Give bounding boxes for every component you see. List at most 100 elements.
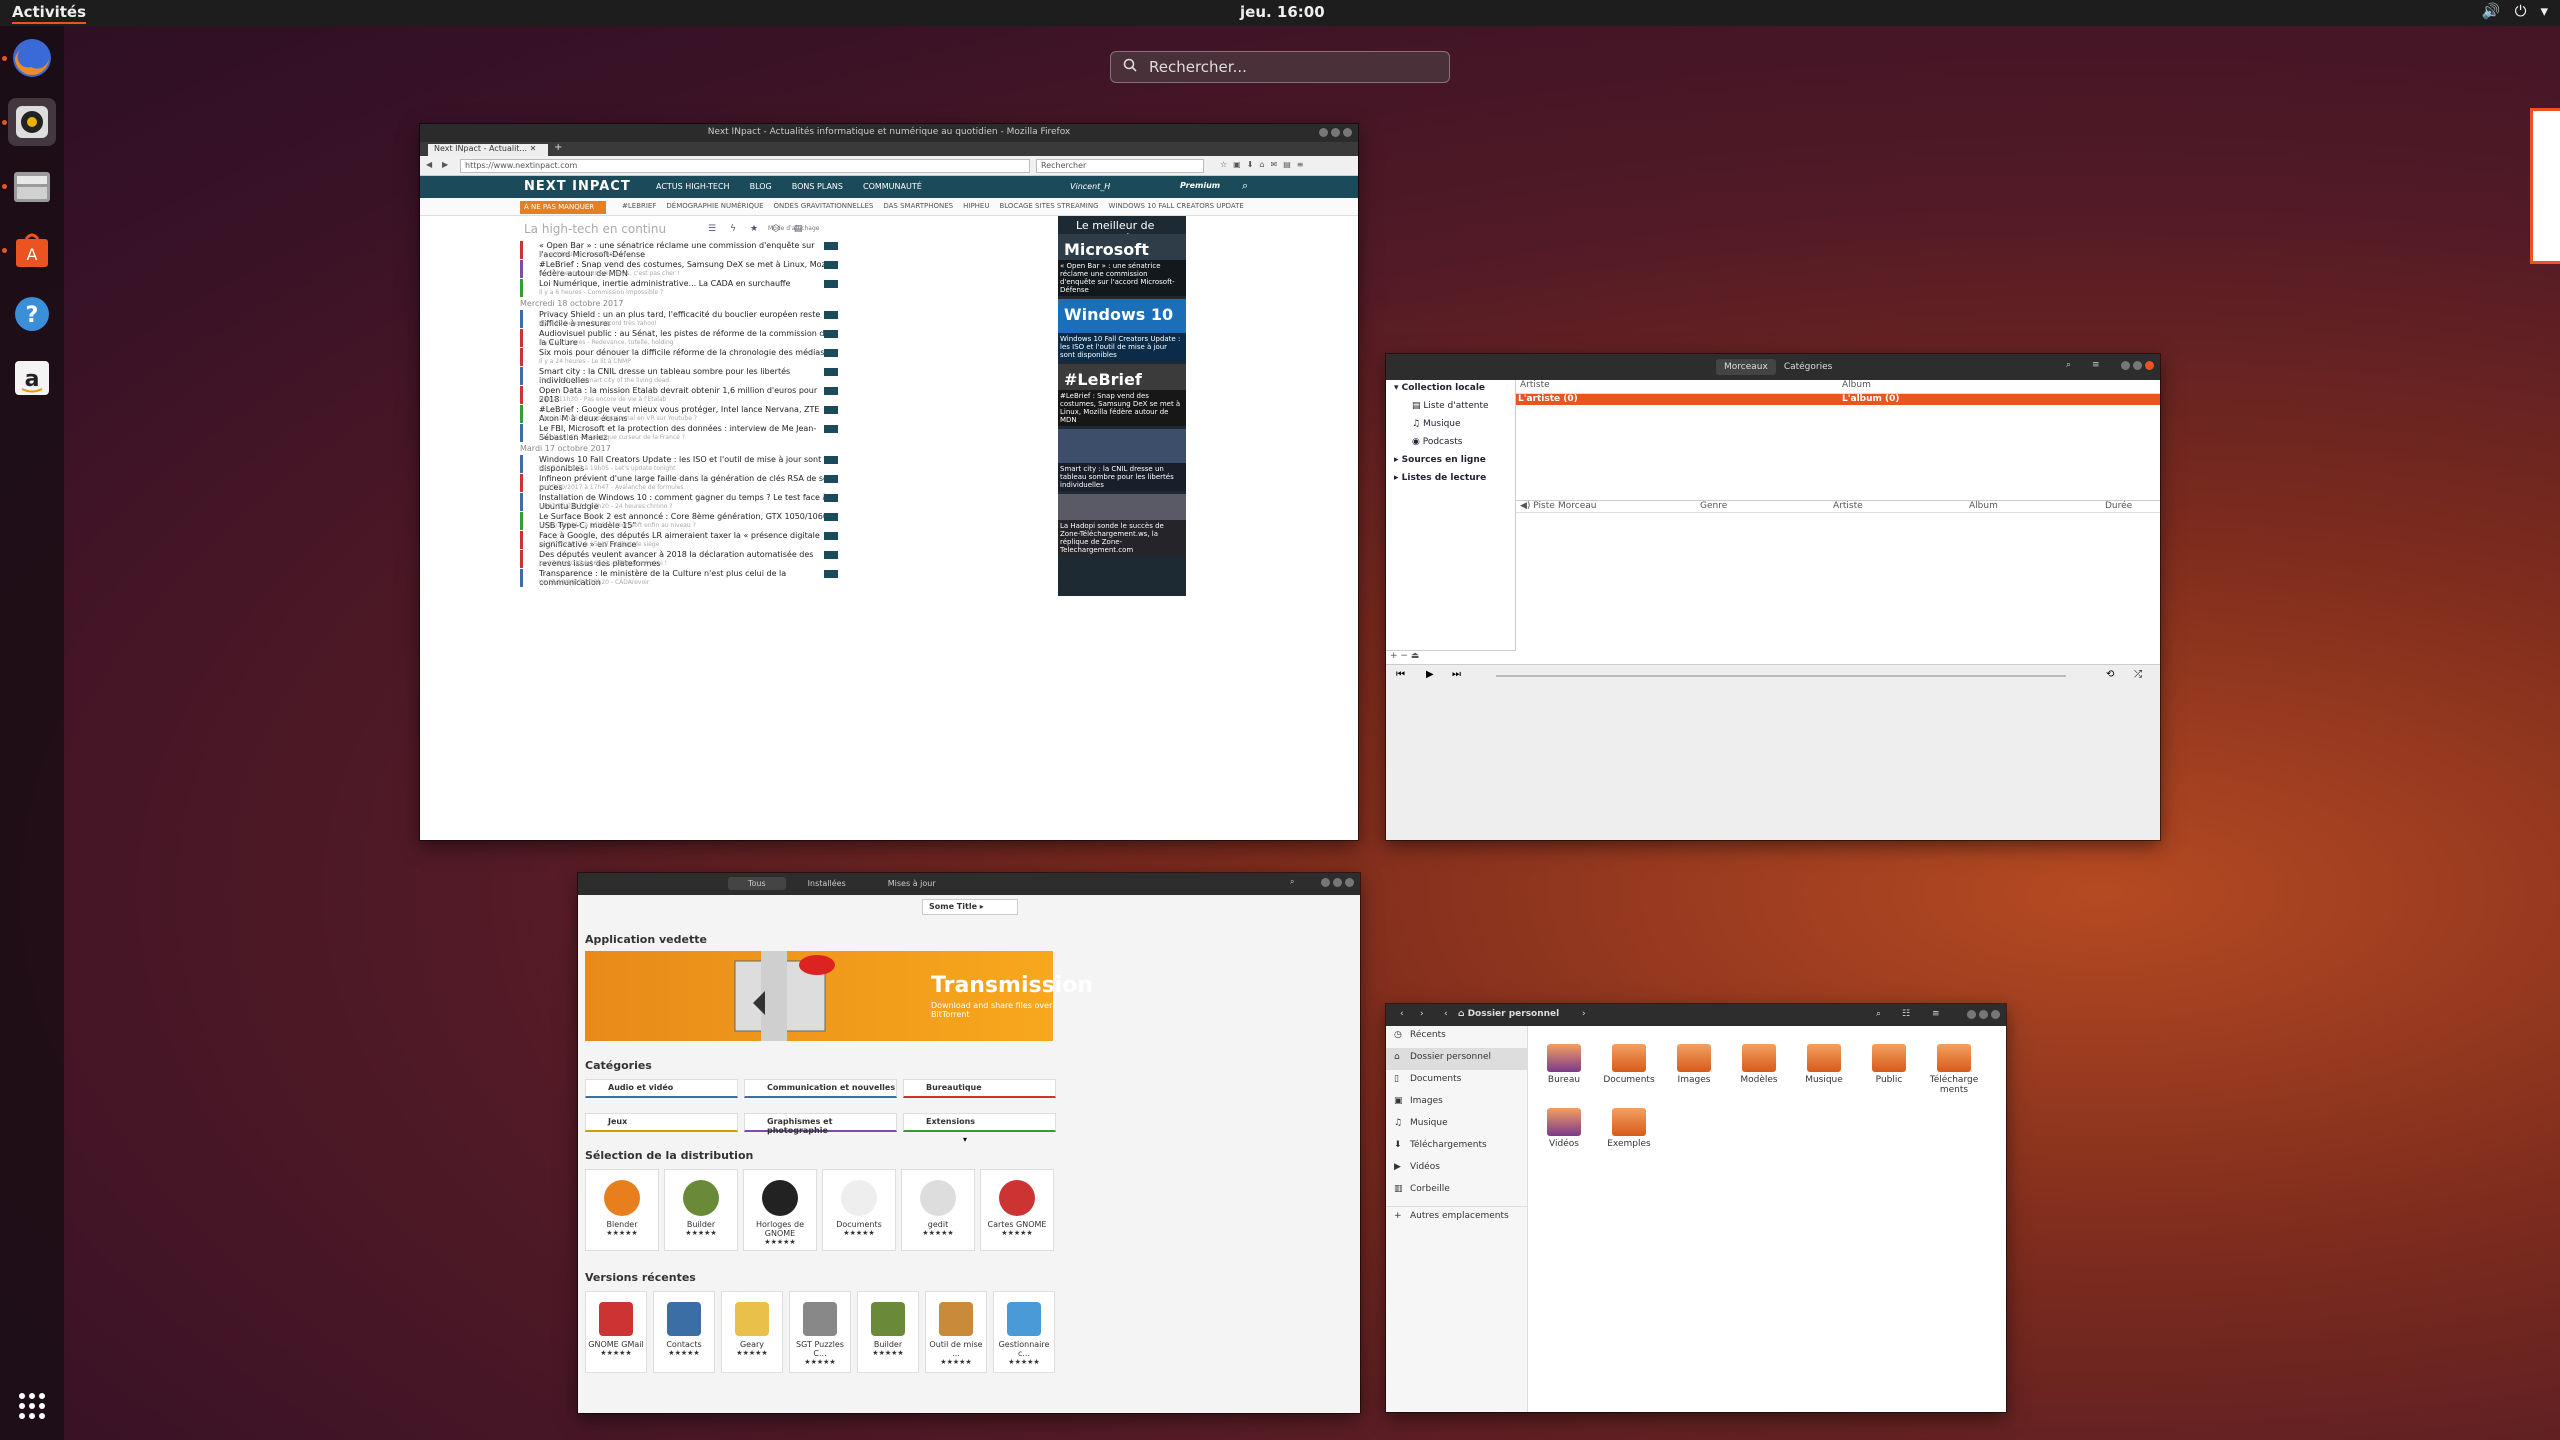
folder-item[interactable]: Documents — [1599, 1044, 1659, 1085]
menu-blog[interactable]: BLOG — [750, 182, 772, 191]
show-apps-icon[interactable] — [8, 1382, 56, 1430]
news-item[interactable]: Smart city : la CNIL dresse un tableau s… — [520, 367, 838, 385]
comment-count-badge[interactable] — [824, 311, 838, 319]
folder-item[interactable]: Bureau — [1534, 1044, 1594, 1085]
menu-actus[interactable]: ACTUS HIGH-TECH — [656, 182, 730, 191]
headline-card[interactable]: Microsoft « Open Bar » : une sénatrice ré… — [1058, 234, 1186, 296]
app-tile[interactable]: GNOME GMail ★★★★★ — [585, 1291, 647, 1373]
place-videos[interactable]: ▶ Vidéos — [1386, 1158, 1527, 1180]
window-headerbar[interactable]: ‹ › ‹ ⌂ Dossier personnel › ⌕ ☷ ≡ — [1386, 1004, 2006, 1026]
artist-all[interactable]: L'artiste (0) — [1516, 394, 1838, 405]
app-tile[interactable]: Documents ★★★★★ — [822, 1169, 896, 1251]
news-item[interactable]: Le Surface Book 2 est annoncé : Core 8èm… — [520, 512, 838, 530]
new-tab-button[interactable]: + — [554, 142, 562, 153]
path-button[interactable]: ⌂ Dossier personnel — [1458, 1009, 1559, 1019]
premium-link[interactable]: Premium — [1180, 181, 1220, 190]
search-icon[interactable]: ⌕ — [2066, 360, 2071, 370]
place-home[interactable]: ⌂ Dossier personnel — [1386, 1048, 1527, 1070]
window-controls[interactable] — [1316, 128, 1352, 140]
app-tile[interactable]: Gestionnaire c... ★★★★★ — [993, 1291, 1055, 1373]
tag-link[interactable]: DAS SMARTPHONES — [883, 202, 953, 210]
popover-some-title[interactable]: Some Title ▸ — [922, 899, 1018, 915]
news-item[interactable]: Le FBI, Microsoft et la protection des d… — [520, 424, 838, 442]
news-item[interactable]: Installation de Windows 10 : comment gag… — [520, 493, 838, 511]
selected-row[interactable]: L'artiste (0) L'album (0) — [1516, 394, 2160, 405]
folder-item[interactable]: Musique — [1794, 1044, 1854, 1085]
tag-link[interactable]: DÉMOGRAPHIE NUMÉRIQUE — [666, 202, 763, 210]
folder-item[interactable]: Modèles — [1729, 1044, 1789, 1085]
comment-count-badge[interactable] — [824, 551, 838, 559]
tag-link[interactable]: HIPHEU — [963, 202, 989, 210]
sidebar-item-playlists[interactable]: ▸ Listes de lecture — [1386, 470, 1515, 488]
app-tile[interactable]: Cartes GNOME ★★★★★ — [980, 1169, 1054, 1251]
comment-count-badge[interactable] — [824, 532, 838, 540]
category-extensions[interactable]: Extensions — [903, 1113, 1056, 1132]
place-other[interactable]: + Autres emplacements — [1386, 1206, 1527, 1228]
software-window[interactable]: Tous Installées Mises à jour ⌕ Some Titl… — [578, 873, 1360, 1413]
column-album[interactable]: Album — [1969, 501, 2105, 512]
featured-banner[interactable]: Transmission Download and share files ov… — [585, 951, 1093, 1041]
menu-communaute[interactable]: COMMUNAUTÉ — [863, 182, 922, 191]
comment-count-badge[interactable] — [824, 280, 838, 288]
column-track[interactable]: ◀) Piste — [1516, 501, 1558, 512]
news-item[interactable]: Audiovisuel public : au Sénat, les piste… — [520, 329, 838, 347]
seek-bar[interactable] — [1496, 675, 2066, 677]
column-duration[interactable]: Durée — [2105, 501, 2132, 512]
place-recent[interactable]: ◷ Récents — [1386, 1026, 1527, 1048]
news-title[interactable]: Loi Numérique, inertie administrative...… — [539, 279, 790, 288]
news-item[interactable]: Windows 10 Fall Creators Update : les IS… — [520, 455, 838, 473]
folder-item[interactable]: Télécharge ments — [1924, 1044, 1984, 1095]
firefox-window[interactable]: Next INpact - Actualités informatique et… — [420, 124, 1358, 840]
comment-count-badge[interactable] — [824, 513, 838, 521]
news-item[interactable]: Infineon prévient d'une large faille dan… — [520, 474, 838, 492]
folder-item[interactable]: Vidéos — [1534, 1108, 1594, 1149]
activities-button[interactable]: Activités — [12, 3, 87, 24]
repeat-icon[interactable]: ⟲ — [2106, 669, 2114, 680]
previous-icon[interactable]: ⏮ — [1396, 669, 1405, 680]
headline-card[interactable]: #LeBrief #LeBrief : Snap vend des costume… — [1058, 364, 1186, 426]
app-tile[interactable]: Builder ★★★★★ — [664, 1169, 738, 1251]
menu-bons-plans[interactable]: BONS PLANS — [792, 182, 843, 191]
menu-icon[interactable]: ≡ — [1932, 1009, 1940, 1019]
news-item[interactable]: Loi Numérique, inertie administrative...… — [520, 279, 838, 297]
headline-card[interactable]: La Hadopi sonde le succès de Zone-Téléch… — [1058, 494, 1186, 556]
power-icon[interactable]: ⏻ — [2515, 2, 2527, 20]
news-item[interactable]: Open Data : la mission Etalab devrait ob… — [520, 386, 838, 404]
news-item[interactable]: Privacy Shield : un an plus tard, l'effi… — [520, 310, 838, 328]
column-album[interactable]: Album — [1838, 380, 1871, 393]
comment-count-badge[interactable] — [824, 425, 838, 433]
place-documents[interactable]: ▯ Documents — [1386, 1070, 1527, 1092]
sidebar-item-queue[interactable]: ▤ Liste d'attente — [1386, 398, 1515, 416]
missed-button[interactable]: À NE PAS MANQUER — [520, 201, 606, 214]
place-downloads[interactable]: ⬇ Téléchargements — [1386, 1136, 1527, 1158]
news-item[interactable]: Transparence : le ministère de la Cultur… — [520, 569, 838, 587]
toolbar-icons[interactable]: ☆▣⬇⌂✉▤≡ — [1220, 160, 1309, 169]
window-controls[interactable] — [1318, 878, 1354, 889]
comment-count-badge[interactable] — [824, 349, 838, 357]
play-icon[interactable]: ▶ — [1426, 669, 1434, 680]
column-title[interactable]: Morceau — [1558, 501, 1700, 512]
comment-count-badge[interactable] — [824, 494, 838, 502]
browser-tab[interactable]: Next INpact - Actualit... ✕ — [428, 144, 548, 156]
sidebar-item-collection[interactable]: ▾ Collection locale — [1386, 380, 1515, 398]
comment-count-badge[interactable] — [824, 570, 838, 578]
category-communication[interactable]: Communication et nouvelles — [744, 1079, 897, 1098]
window-controls[interactable] — [2118, 361, 2154, 373]
search-icon[interactable]: ⌕ — [1876, 1009, 1881, 1019]
news-item[interactable]: Six mois pour dénouer la difficile réfor… — [520, 348, 838, 366]
app-tile[interactable]: Geary ★★★★★ — [721, 1291, 783, 1373]
folder-item[interactable]: Public — [1859, 1044, 1919, 1085]
url-bar[interactable]: https://www.nextinpact.com — [460, 159, 1030, 173]
sidebar-item-podcasts[interactable]: ◉ Podcasts — [1386, 434, 1515, 452]
chevron-down-icon[interactable]: ▾ — [963, 1135, 967, 1144]
software-icon[interactable]: A — [8, 226, 56, 274]
firefox-icon[interactable] — [8, 34, 56, 82]
volume-icon[interactable]: 🔊 — [2482, 2, 2501, 20]
comment-count-badge[interactable] — [824, 456, 838, 464]
news-item[interactable]: Face à Google, des députés LR aimeraient… — [520, 531, 838, 549]
window-controls[interactable] — [1964, 1010, 2000, 1022]
search-icon[interactable]: ⌕ — [1242, 179, 1248, 193]
tab-categories[interactable]: Catégories — [1776, 359, 1841, 375]
clock[interactable]: jeu. 16:00 — [1240, 3, 1325, 21]
browser-search-field[interactable]: Rechercher — [1036, 159, 1204, 173]
